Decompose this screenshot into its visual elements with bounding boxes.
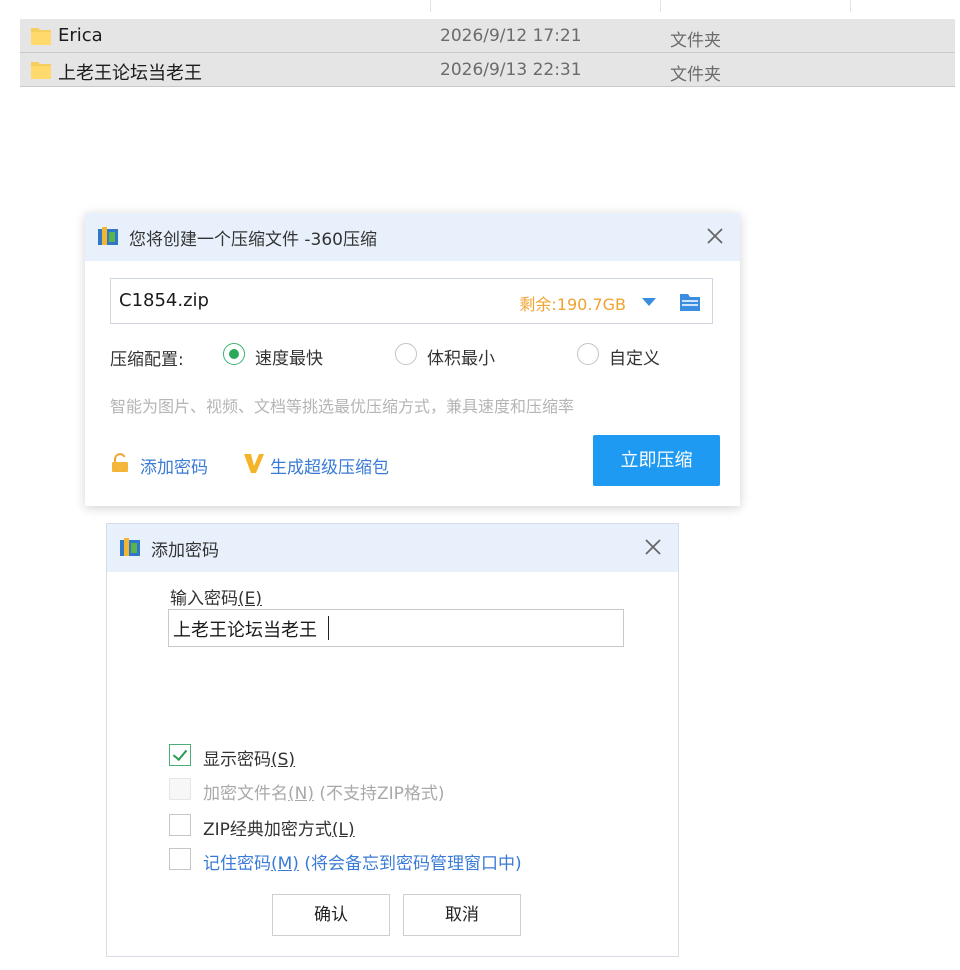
folder-icon xyxy=(31,28,51,45)
archive-app-icon xyxy=(120,538,140,556)
archive-name-value[interactable]: C1854.zip xyxy=(119,290,209,311)
dialog-title: 您将创建一个压缩文件 -360压缩 xyxy=(129,230,377,250)
radio-button[interactable] xyxy=(395,343,417,365)
dialog-title-bar[interactable]: 您将创建一个压缩文件 -360压缩 xyxy=(85,213,740,261)
close-icon[interactable] xyxy=(704,225,726,247)
checkbox[interactable] xyxy=(169,848,191,870)
checkbox-label: ZIP经典加密方式(L) xyxy=(203,820,355,840)
password-input-label: 输入密码(E) xyxy=(170,589,263,609)
checkbox-label: 显示密码(S) xyxy=(203,750,296,770)
file-modified-date: 2026/9/13 22:31 xyxy=(440,60,582,80)
file-name: Erica xyxy=(58,25,103,46)
compress-dialog: 您将创建一个压缩文件 -360压缩 C1854.zip 剩余:190.7GB 压… xyxy=(85,213,740,506)
column-separator xyxy=(430,0,431,12)
password-input[interactable]: 上老王论坛当老王 xyxy=(168,609,624,647)
radio-label: 自定义 xyxy=(609,349,660,369)
checkbox-label[interactable]: 记住密码(M) (将会备忘到密码管理窗口中) xyxy=(203,849,522,874)
confirm-button[interactable]: 确认 xyxy=(272,894,390,936)
vip-v-icon xyxy=(244,454,264,473)
unlock-icon xyxy=(112,453,128,472)
file-row-laowang[interactable]: 上老王论坛当老王 2026/9/13 22:31 文件夹 xyxy=(20,53,955,87)
browse-folder-icon[interactable] xyxy=(678,291,702,313)
radio-button[interactable] xyxy=(577,343,599,365)
close-icon[interactable] xyxy=(642,536,664,558)
checkbox-label: 加密文件名(N) (不支持ZIP格式) xyxy=(203,784,445,804)
archive-app-icon xyxy=(98,227,118,245)
folder-icon xyxy=(31,62,51,79)
file-modified-date: 2026/9/12 17:21 xyxy=(440,26,582,46)
compression-hint: 智能为图片、视频、文档等挑选最优压缩方式，兼具速度和压缩率 xyxy=(110,397,575,416)
radio-label: 体积最小 xyxy=(427,349,495,369)
config-label: 压缩配置: xyxy=(110,350,184,370)
column-separator xyxy=(850,0,851,12)
remaining-space: 剩余:190.7GB xyxy=(519,295,626,314)
checkbox[interactable] xyxy=(169,744,191,766)
dialog-title-bar[interactable]: 添加密码 xyxy=(107,524,678,572)
access-key: (E) xyxy=(238,589,263,609)
super-package-label[interactable]: 生成超级压缩包 xyxy=(270,453,389,478)
radio-label: 速度最快 xyxy=(255,349,323,369)
cancel-button[interactable]: 取消 xyxy=(403,894,521,936)
text-caret xyxy=(328,616,329,640)
checkbox xyxy=(169,778,191,800)
add-password-dialog: 添加密码 输入密码(E) 上老王论坛当老王 显示密码(S) 加密文件名(N) (… xyxy=(106,523,679,957)
file-row-erica[interactable]: Erica 2026/9/12 17:21 文件夹 xyxy=(20,19,955,53)
chevron-down-icon[interactable] xyxy=(640,295,658,309)
column-separator xyxy=(660,0,661,12)
dialog-title: 添加密码 xyxy=(151,541,219,561)
file-name: 上老王论坛当老王 xyxy=(58,63,202,84)
archive-name-field[interactable]: C1854.zip 剩余:190.7GB xyxy=(110,278,713,324)
password-value[interactable]: 上老王论坛当老王 xyxy=(173,616,317,642)
radio-button[interactable] xyxy=(223,343,245,365)
file-type: 文件夹 xyxy=(670,31,721,51)
file-type: 文件夹 xyxy=(670,65,721,85)
add-password-label[interactable]: 添加密码 xyxy=(140,453,208,478)
checkbox[interactable] xyxy=(169,814,191,836)
compress-now-button[interactable]: 立即压缩 xyxy=(593,435,720,486)
